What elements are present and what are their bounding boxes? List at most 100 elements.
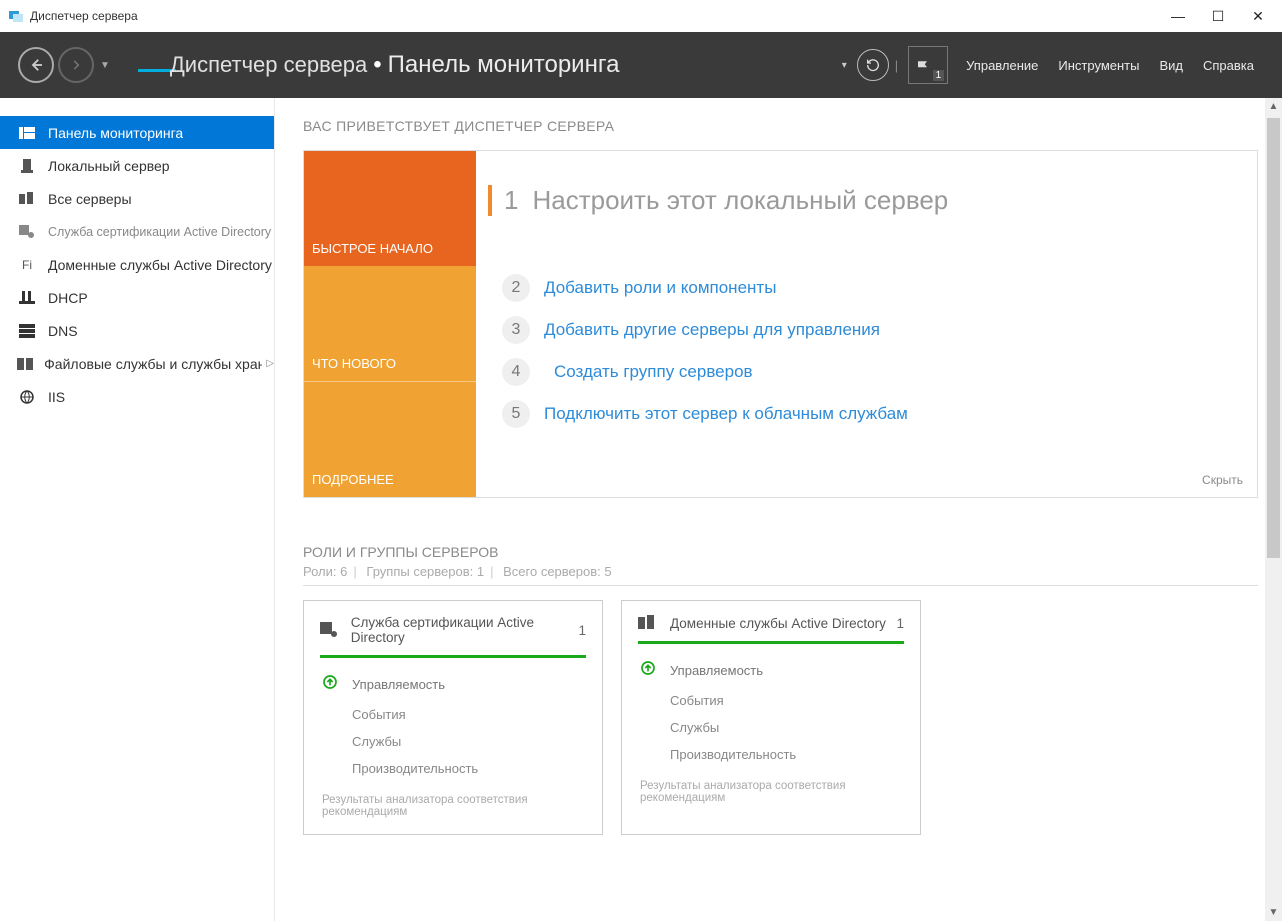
row-services[interactable]: Службы [638, 714, 904, 741]
sidebar-label: Файловые службы и службы хранилища [44, 356, 262, 372]
sidebar-label: Доменные службы Active Directory [48, 257, 272, 273]
app-title: Диспетчер сервера [30, 9, 1172, 23]
adds-icon: Fi [16, 257, 38, 273]
welcome-side-tiles: БЫСТРОЕ НАЧАЛО ЧТО НОВОГО ПОДРОБНЕЕ [304, 151, 476, 497]
step-text: Добавить роли и компоненты [544, 278, 776, 298]
notifications-flag[interactable]: 1 [908, 46, 948, 84]
sidebar-item-dhcp[interactable]: DHCP [0, 281, 274, 314]
role-card-adds[interactable]: Доменные службы Active Directory 1 Управ… [621, 600, 921, 835]
notifications-badge: 1 [933, 70, 945, 81]
step-configure-server[interactable]: 1 Настроить этот локальный сервер [502, 185, 1231, 216]
status-bar [320, 655, 586, 658]
expand-icon: ▷ [266, 358, 274, 369]
tile-whats-new[interactable]: ЧТО НОВОГО [304, 266, 476, 381]
scroll-down-icon[interactable]: ▼ [1265, 904, 1282, 921]
row-performance[interactable]: Производительность [638, 741, 904, 768]
window-controls: — ☐ ✕ [1172, 8, 1274, 25]
roles-title: РОЛИ И ГРУППЫ СЕРВЕРОВ [303, 544, 1258, 560]
tile-quick-start[interactable]: БЫСТРОЕ НАЧАЛО [304, 151, 476, 266]
sidebar-label: Панель мониторинга [48, 125, 183, 141]
card-header: Служба сертификации Active Directory 1 [320, 615, 586, 645]
title-bar: Диспетчер сервера — ☐ ✕ [0, 0, 1282, 32]
server-icon [16, 158, 38, 174]
dhcp-icon [16, 290, 38, 306]
menu-view[interactable]: Вид [1159, 58, 1183, 73]
step-connect-cloud[interactable]: 5 Подключить этот сервер к облачным служ… [502, 400, 1231, 428]
toolbar-separator: | [895, 58, 898, 73]
sidebar-label: DNS [48, 323, 78, 339]
roles-section: РОЛИ И ГРУППЫ СЕРВЕРОВ Роли: 6| Группы с… [303, 544, 1258, 835]
step-number: 5 [502, 400, 530, 428]
minimize-button[interactable]: — [1172, 8, 1184, 24]
card-header: Доменные службы Active Directory 1 [638, 615, 904, 631]
card-title: Служба сертификации Active Directory [351, 615, 579, 645]
menu-help[interactable]: Справка [1203, 58, 1254, 73]
sidebar-label: Локальный сервер [48, 158, 170, 174]
scroll-up-icon[interactable]: ▲ [1265, 98, 1282, 115]
step-add-servers[interactable]: 3 Добавить другие серверы для управления [502, 316, 1231, 344]
nav-history-dropdown[interactable]: ▼ [100, 60, 110, 71]
card-title: Доменные службы Active Directory [670, 616, 886, 631]
welcome-steps: 1 Настроить этот локальный сервер 2 Доба… [476, 151, 1257, 497]
row-performance[interactable]: Производительность [320, 755, 586, 782]
card-count: 1 [578, 623, 586, 638]
step-add-roles[interactable]: 2 Добавить роли и компоненты [502, 274, 1231, 302]
sidebar-label: Все серверы [48, 191, 132, 207]
sidebar-item-dns[interactable]: DNS [0, 314, 274, 347]
nav-forward-button[interactable] [58, 47, 94, 83]
hide-link[interactable]: Скрыть [1202, 473, 1243, 487]
step-text: Настроить этот локальный сервер [532, 185, 948, 216]
row-bpa[interactable]: Результаты анализатора соответствия реко… [638, 774, 904, 810]
menu-manage[interactable]: Управление [966, 58, 1038, 73]
step-number: 1 [488, 185, 518, 216]
close-button[interactable]: ✕ [1252, 8, 1264, 25]
step-text: Подключить этот сервер к облачным служба… [544, 404, 908, 424]
row-events[interactable]: События [320, 701, 586, 728]
nav-back-button[interactable] [18, 47, 54, 83]
card-count: 1 [896, 616, 904, 631]
dashboard-icon [16, 125, 38, 141]
sidebar-item-file-storage[interactable]: Файловые службы и службы хранилища ▷ [0, 347, 274, 380]
sidebar-label: DHCP [48, 290, 88, 306]
iis-icon [16, 389, 38, 405]
sidebar-item-dashboard[interactable]: Панель мониторинга [0, 116, 274, 149]
tile-learn-more[interactable]: ПОДРОБНЕЕ [304, 381, 476, 497]
row-bpa[interactable]: Результаты анализатора соответствия реко… [320, 788, 586, 824]
certificate-icon [16, 224, 38, 240]
breadcrumb-page: Панель мониторинга [388, 51, 620, 79]
maximize-button[interactable]: ☐ [1212, 8, 1224, 25]
refresh-button[interactable] [857, 49, 889, 81]
roles-subtitle: Роли: 6| Группы серверов: 1| Всего серве… [303, 564, 1258, 579]
breadcrumb-caret[interactable]: ▾ [842, 60, 847, 71]
up-arrow-icon [640, 660, 664, 681]
sidebar-item-iis[interactable]: IIS [0, 380, 274, 413]
row-manageability[interactable]: Управляемость [638, 654, 904, 687]
sidebar-label: IIS [48, 389, 65, 405]
vertical-scrollbar[interactable]: ▲ ▼ [1265, 98, 1282, 921]
sidebar: Панель мониторинга Локальный сервер Все … [0, 98, 275, 921]
sidebar-item-local-server[interactable]: Локальный сервер [0, 149, 274, 182]
storage-icon [16, 356, 34, 372]
adds-icon [638, 615, 660, 631]
row-manageability[interactable]: Управляемость [320, 668, 586, 701]
step-text: Создать группу серверов [554, 362, 753, 382]
role-card-adcs[interactable]: Служба сертификации Active Directory 1 У… [303, 600, 603, 835]
certificate-icon [320, 622, 341, 638]
sidebar-item-adcs[interactable]: Служба сертификации Active Directory [0, 215, 274, 248]
content-pane: ВАС ПРИВЕТСТВУЕТ ДИСПЕТЧЕР СЕРВЕРА БЫСТР… [275, 98, 1282, 921]
sidebar-item-adds[interactable]: Fi Доменные службы Active Directory [0, 248, 274, 281]
row-events[interactable]: События [638, 687, 904, 714]
sidebar-item-all-servers[interactable]: Все серверы [0, 182, 274, 215]
breadcrumb-root[interactable]: Диспетчер сервера [138, 52, 367, 78]
main-area: Панель мониторинга Локальный сервер Все … [0, 98, 1282, 921]
step-number: 2 [502, 274, 530, 302]
welcome-box: БЫСТРОЕ НАЧАЛО ЧТО НОВОГО ПОДРОБНЕЕ 1 На… [303, 150, 1258, 498]
status-bar [638, 641, 904, 644]
row-services[interactable]: Службы [320, 728, 586, 755]
scroll-thumb[interactable] [1267, 118, 1280, 558]
menu-tools[interactable]: Инструменты [1058, 58, 1139, 73]
role-cards: Служба сертификации Active Directory 1 У… [303, 600, 1258, 835]
welcome-heading: ВАС ПРИВЕТСТВУЕТ ДИСПЕТЧЕР СЕРВЕРА [303, 118, 1258, 134]
step-create-group[interactable]: 4 Создать группу серверов [502, 358, 1231, 386]
app-icon [8, 8, 24, 24]
